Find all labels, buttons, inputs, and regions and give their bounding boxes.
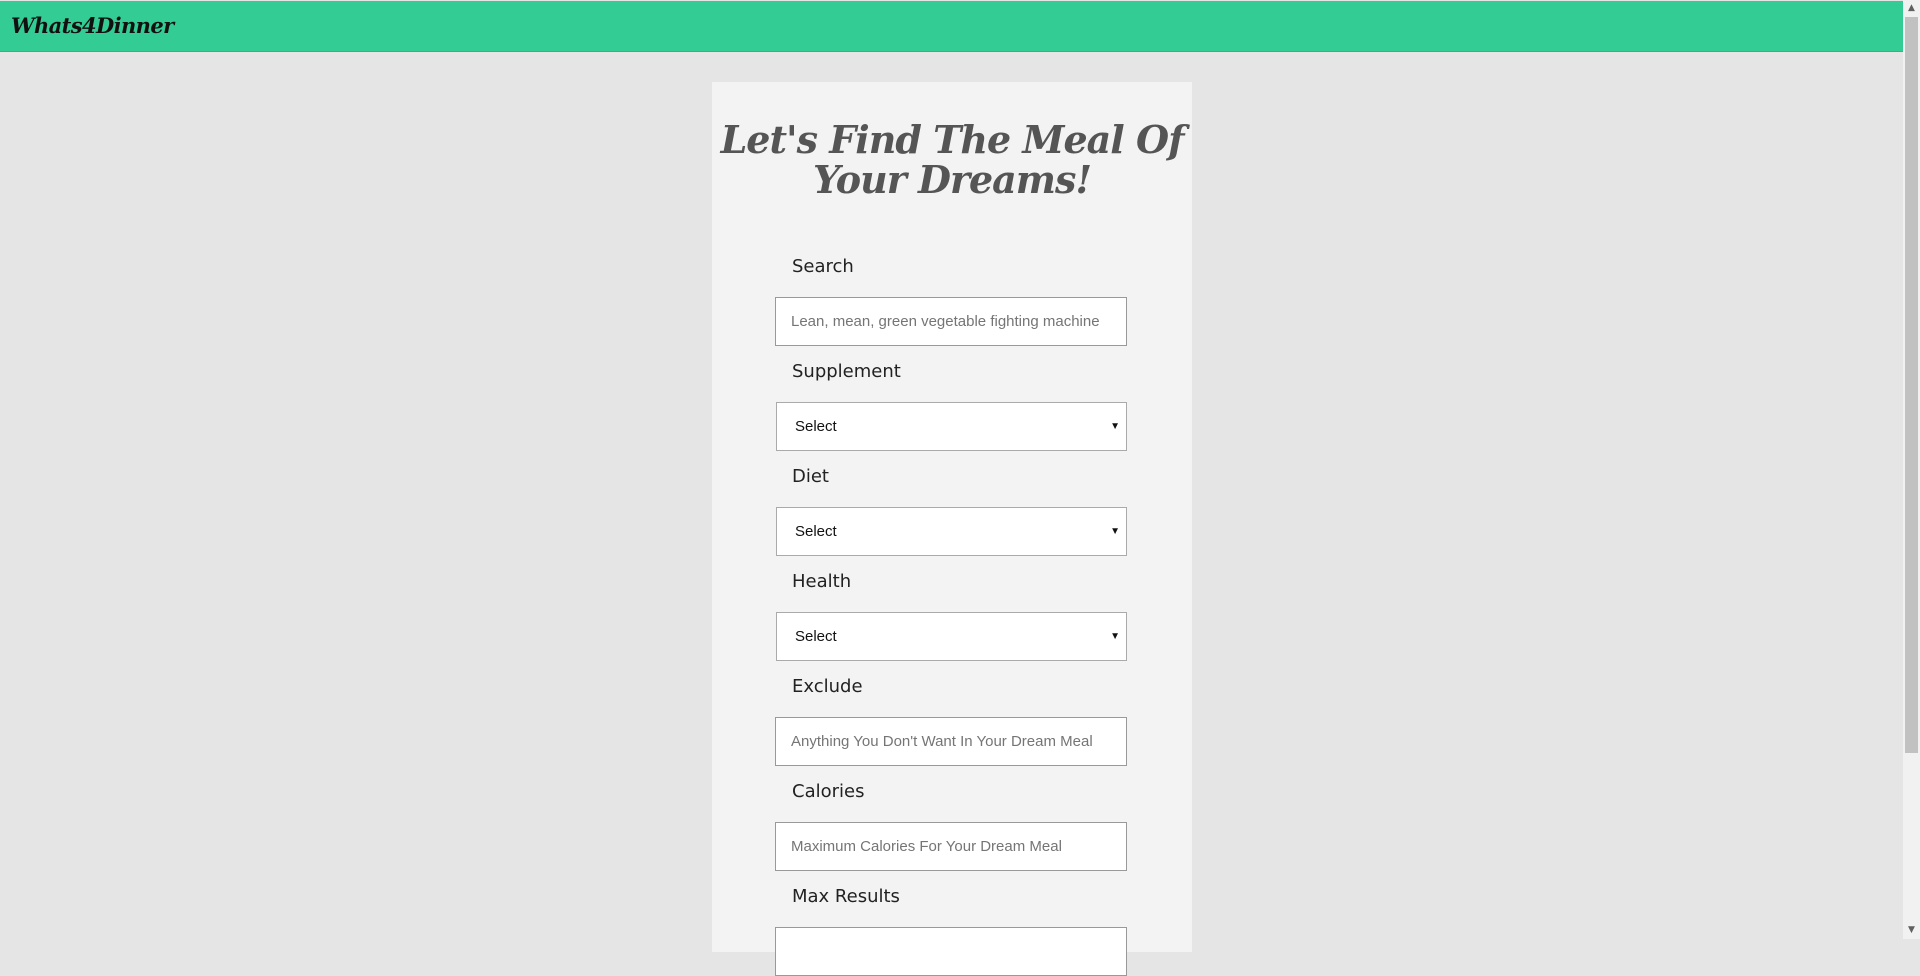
health-label: Health — [792, 571, 852, 592]
diet-label: Diet — [792, 466, 829, 487]
scrollbar-thumb[interactable] — [1905, 17, 1918, 753]
chevron-down-icon: ▼ — [1110, 421, 1120, 432]
scroll-down-arrow-icon[interactable]: ▼ — [1903, 922, 1920, 939]
max-results-label: Max Results — [792, 886, 900, 907]
scroll-up-arrow-icon[interactable]: ▲ — [1903, 0, 1920, 17]
brand-logo[interactable]: Whats4Dinner — [11, 13, 174, 38]
diet-select-value: Select — [795, 523, 837, 540]
page-title: Let's Find The Meal Of Your Dreams! — [720, 117, 1185, 202]
calories-label: Calories — [792, 781, 865, 802]
health-select-value: Select — [795, 628, 837, 645]
supplement-select-value: Select — [795, 418, 837, 435]
chevron-down-icon: ▼ — [1110, 526, 1120, 537]
page-scrollbar[interactable]: ▲ ▼ — [1903, 0, 1920, 939]
supplement-select[interactable]: Select ▼ — [776, 402, 1127, 451]
diet-select[interactable]: Select ▼ — [776, 507, 1127, 556]
calories-input[interactable]: Maximum Calories For Your Dream Meal — [775, 822, 1127, 871]
search-input[interactable]: Lean, mean, green vegetable fighting mac… — [775, 297, 1127, 346]
health-select[interactable]: Select ▼ — [776, 612, 1127, 661]
search-label: Search — [792, 256, 854, 277]
exclude-label: Exclude — [792, 676, 863, 697]
search-form-card: Let's Find The Meal Of Your Dreams! Sear… — [712, 82, 1192, 976]
max-results-input[interactable] — [775, 927, 1127, 976]
chevron-down-icon: ▼ — [1110, 631, 1120, 642]
top-navbar: Whats4Dinner — [0, 1, 1903, 52]
exclude-input[interactable]: Anything You Don't Want In Your Dream Me… — [775, 717, 1127, 766]
supplement-label: Supplement — [792, 361, 901, 382]
